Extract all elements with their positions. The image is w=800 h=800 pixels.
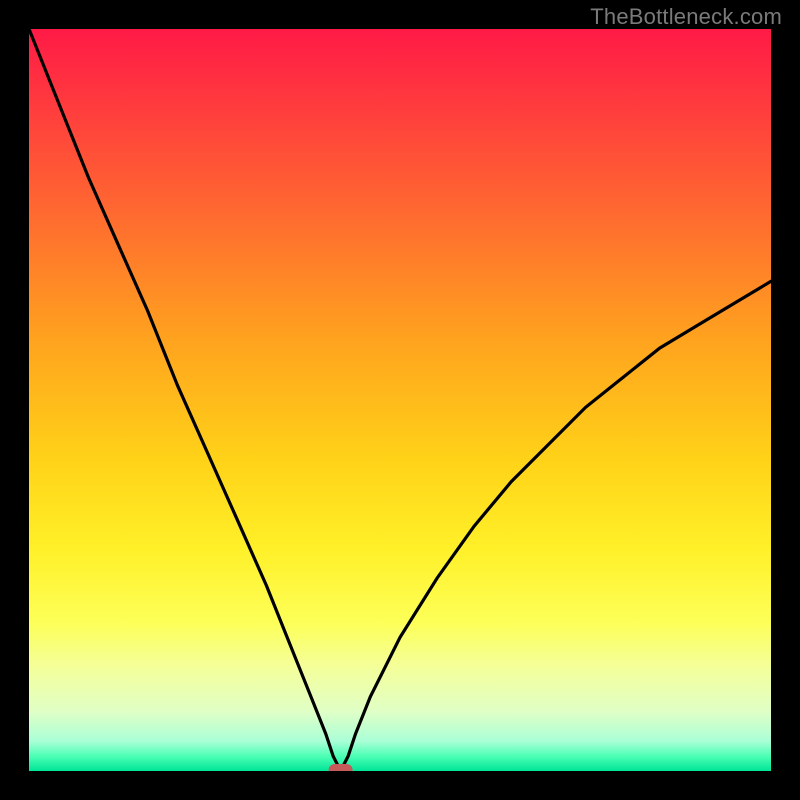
min-marker xyxy=(329,764,353,771)
watermark-label: TheBottleneck.com xyxy=(590,4,782,30)
bottleneck-curve-line xyxy=(29,29,771,771)
bottleneck-curve-svg xyxy=(29,29,771,771)
chart-plot-area xyxy=(29,29,771,771)
